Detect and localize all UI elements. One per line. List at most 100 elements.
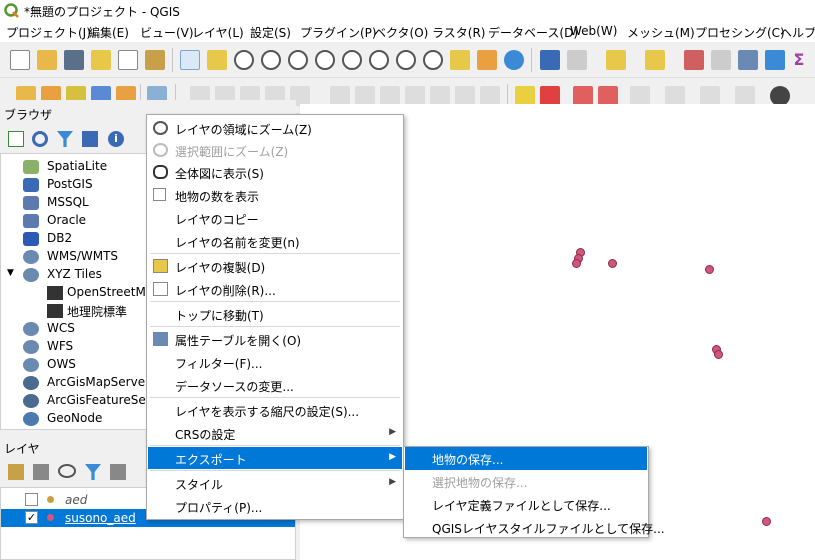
modify-attributes-icon[interactable] — [330, 86, 350, 106]
menu-plugins[interactable]: プラグイン(P) — [300, 24, 377, 41]
zoom-selection-icon[interactable] — [315, 50, 335, 70]
menu-raster[interactable]: ラスタ(R) — [432, 24, 485, 41]
show-hide-labels-icon[interactable] — [598, 86, 618, 106]
menu-copy-layer[interactable]: レイヤのコピー — [148, 207, 402, 229]
zoom-out-icon[interactable] — [261, 50, 281, 70]
delete-selected-icon[interactable] — [355, 86, 375, 106]
deselect-icon[interactable] — [684, 50, 704, 70]
field-calculator-icon[interactable] — [711, 50, 731, 70]
label-tool-icon[interactable] — [515, 86, 535, 106]
label-properties-icon[interactable] — [735, 86, 755, 106]
run-action-icon[interactable] — [567, 50, 587, 70]
menu-show-in-overview[interactable]: 全体図に表示(S) — [148, 161, 402, 183]
expression-filter-icon[interactable] — [110, 464, 126, 480]
save-as-icon[interactable] — [91, 50, 111, 70]
zoom-in-icon[interactable] — [234, 50, 254, 70]
main-toolbar: Σ — [0, 42, 815, 78]
layer-visibility-checkbox[interactable]: ✓ — [25, 511, 38, 524]
save-project-icon[interactable] — [64, 50, 84, 70]
zoom-layer-icon — [153, 121, 168, 135]
style-layer-icon[interactable] — [8, 464, 24, 480]
new-project-icon[interactable] — [10, 50, 30, 70]
menu-edit[interactable]: 編集(E) — [88, 24, 129, 41]
add-selected-layer-icon[interactable] — [8, 131, 24, 147]
menu-properties[interactable]: プロパティ(P)... — [148, 495, 402, 517]
menu-database[interactable]: データベース(D) — [488, 24, 578, 41]
refresh-icon[interactable] — [504, 50, 524, 70]
diagram-tool-icon[interactable] — [540, 86, 560, 106]
menu-processing[interactable]: プロセシング(C) — [695, 24, 785, 41]
filter-legend-icon[interactable] — [85, 464, 101, 480]
filter-browser-icon[interactable] — [57, 131, 73, 147]
menu-styles[interactable]: スタイル ▶ — [148, 472, 402, 494]
bookmark-icon[interactable] — [477, 50, 497, 70]
menu-view[interactable]: ビュー(V) — [140, 24, 194, 41]
rotate-label-icon[interactable] — [665, 86, 685, 106]
zoom-full-icon[interactable] — [288, 50, 308, 70]
menu-save-selected-features[interactable]: 選択地物の保存... — [405, 470, 647, 493]
cut-features-icon[interactable] — [380, 86, 400, 106]
menu-save-as-layer-definition[interactable]: レイヤ定義ファイルとして保存... — [405, 493, 647, 516]
menu-show-feature-count[interactable]: 地物の数を表示 — [148, 184, 402, 206]
menu-web[interactable]: Web(W) — [570, 24, 617, 38]
zoom-layer-icon[interactable] — [342, 50, 362, 70]
collapse-all-icon[interactable] — [82, 131, 98, 147]
zoom-last-icon[interactable] — [396, 50, 416, 70]
paste-features-icon[interactable] — [430, 86, 450, 106]
menu-duplicate-layer[interactable]: レイヤの複製(D) — [148, 255, 402, 277]
menu-zoom-to-selection[interactable]: 選択範囲にズーム(Z) — [148, 139, 402, 161]
feature-count-checkbox[interactable] — [153, 188, 166, 201]
select-features-icon[interactable] — [606, 50, 626, 70]
pin-labels-icon[interactable] — [573, 86, 593, 106]
menu-zoom-to-layer[interactable]: レイヤの領域にズーム(Z) — [148, 117, 402, 139]
attribute-table-icon[interactable] — [738, 50, 758, 70]
copy-features-icon[interactable] — [405, 86, 425, 106]
menu-layer[interactable]: レイヤ(L) — [192, 24, 244, 41]
undo-icon[interactable] — [455, 86, 475, 106]
menu-export[interactable]: エクスポート ▶ — [148, 447, 402, 469]
menu-mesh[interactable]: メッシュ(M) — [627, 24, 695, 41]
menu-remove-layer[interactable]: レイヤの削除(R)... — [148, 278, 402, 300]
redo-icon[interactable] — [480, 86, 500, 106]
zoom-selection-icon — [153, 143, 168, 157]
expand-arrow-icon[interactable]: ▼ — [7, 268, 14, 278]
select-by-expression-icon[interactable] — [645, 50, 665, 70]
menu-set-scale-visibility[interactable]: レイヤを表示する縮尺の設定(S)... — [148, 399, 402, 421]
menu-rename-layer[interactable]: レイヤの名前を変更(n) — [148, 230, 402, 252]
submenu-arrow-icon: ▶ — [389, 427, 396, 437]
menu-project[interactable]: プロジェクト(J) — [6, 24, 91, 41]
eye-icon[interactable] — [58, 464, 76, 478]
change-label-icon[interactable] — [700, 86, 720, 106]
move-label-icon[interactable] — [630, 86, 650, 106]
plugin-icon[interactable] — [770, 86, 790, 106]
layer-visibility-checkbox[interactable] — [25, 493, 38, 506]
new-map-view-icon[interactable] — [450, 50, 470, 70]
open-project-icon[interactable] — [37, 50, 57, 70]
print-layout-icon[interactable] — [118, 50, 138, 70]
map-point — [572, 259, 581, 268]
menu-move-to-top[interactable]: トップに移動(T) — [148, 303, 402, 325]
menu-separator — [150, 301, 400, 302]
toolbox-gear-icon[interactable] — [765, 50, 785, 70]
identify-icon[interactable] — [540, 50, 560, 70]
window-title: *無題のプロジェクト - QGIS — [24, 5, 180, 19]
add-group-icon[interactable] — [33, 464, 49, 480]
menu-change-data-source[interactable]: データソースの変更... — [148, 374, 402, 396]
refresh-browser-icon[interactable] — [32, 131, 48, 147]
statistics-sigma-icon[interactable]: Σ — [789, 50, 809, 70]
menu-filter[interactable]: フィルター(F)... — [148, 351, 402, 373]
menu-open-attribute-table[interactable]: 属性テーブルを開く(O) — [148, 328, 402, 350]
menu-vector[interactable]: ベクタ(O) — [374, 24, 428, 41]
menu-save-as-qgis-style[interactable]: QGISレイヤスタイルファイルとして保存... — [405, 516, 665, 539]
zoom-native-icon[interactable] — [369, 50, 389, 70]
menu-set-crs[interactable]: CRSの設定 ▶ — [148, 422, 402, 444]
menu-save-features[interactable]: 地物の保存... — [405, 447, 647, 470]
pan-to-selection-icon[interactable] — [207, 50, 227, 70]
menu-help[interactable]: ヘルプ(H) — [780, 24, 815, 41]
pan-icon[interactable] — [180, 50, 200, 70]
menu-settings[interactable]: 設定(S) — [250, 24, 291, 41]
zoom-next-icon[interactable] — [423, 50, 443, 70]
toolbar-separator — [531, 48, 532, 72]
info-icon[interactable]: i — [108, 131, 124, 147]
style-manager-icon[interactable] — [145, 50, 165, 70]
